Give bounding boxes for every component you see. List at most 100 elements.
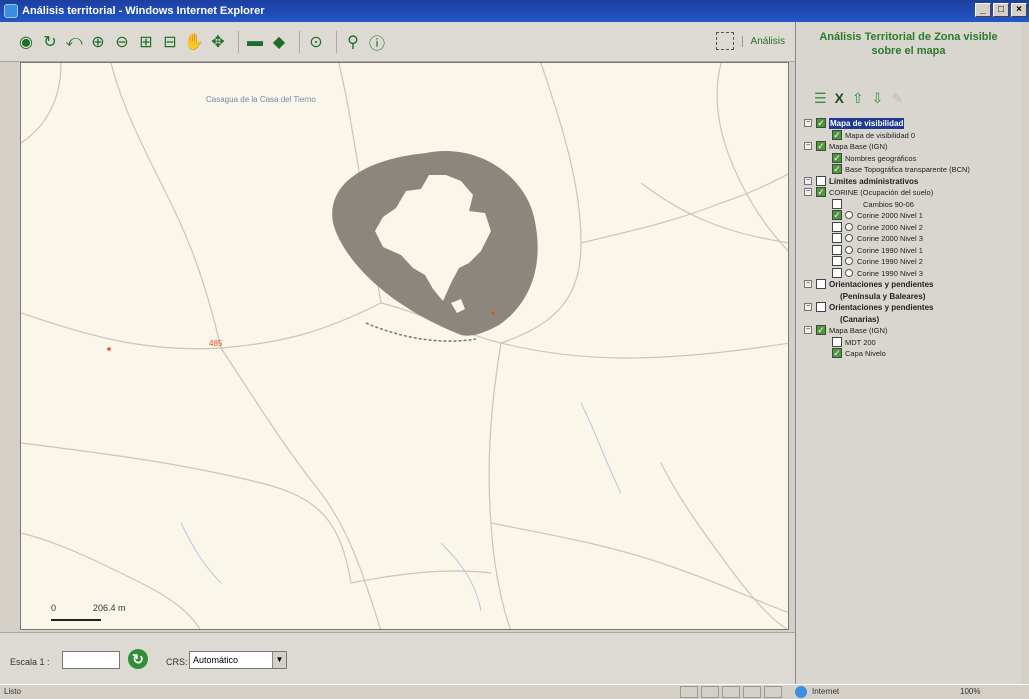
- layer-radio[interactable]: [845, 222, 853, 231]
- layer-checkbox[interactable]: [832, 244, 842, 255]
- center-map-icon[interactable]: ✥: [208, 32, 228, 52]
- layer-item: − ✓ Mapa de visibilidad: [804, 118, 1019, 130]
- status-pane: [764, 686, 782, 698]
- expand-toggle-icon[interactable]: −: [804, 176, 812, 185]
- layer-radio[interactable]: [845, 257, 853, 265]
- crs-selected-value: Automático: [193, 655, 239, 665]
- layer-checkbox[interactable]: [832, 267, 842, 278]
- apply-scale-refresh-icon[interactable]: ↻: [128, 649, 148, 669]
- zoom-box-icon[interactable]: ⊞: [136, 32, 156, 52]
- select-area-icon[interactable]: [715, 32, 734, 50]
- pan-hand-icon[interactable]: ✋: [184, 32, 204, 52]
- expand-toggle-icon[interactable]: −: [804, 188, 812, 196]
- full-extent-icon[interactable]: ◉: [16, 32, 36, 52]
- layer-label[interactable]: (Península y Baleares): [840, 291, 925, 302]
- layer-checkbox[interactable]: [816, 302, 826, 312]
- delete-x-icon[interactable]: X: [835, 90, 844, 107]
- map-marker-point: [107, 347, 111, 351]
- status-pane: [701, 686, 719, 698]
- measure-area-icon[interactable]: ◆: [269, 32, 289, 52]
- layer-radio[interactable]: [845, 245, 853, 254]
- layer-checkbox[interactable]: ✓: [816, 187, 826, 197]
- zoom-out-icon[interactable]: ⊖: [112, 32, 132, 52]
- internet-explorer-icon: [4, 4, 18, 18]
- move-up-icon[interactable]: ⇧: [852, 90, 864, 107]
- layer-label[interactable]: (Canarias): [840, 314, 879, 325]
- security-zone-label: Internet: [812, 687, 840, 696]
- layer-radio[interactable]: [845, 234, 853, 242]
- layer-checkbox[interactable]: ✓: [816, 141, 826, 151]
- map-place-label: Casagua de la Casa del Tierno: [206, 95, 316, 104]
- layer-checkbox[interactable]: ✓: [832, 152, 842, 163]
- status-bar: Listo Internet 100%: [0, 684, 1029, 699]
- close-button[interactable]: ×: [1011, 3, 1027, 17]
- layer-checkbox[interactable]: [832, 198, 842, 209]
- layer-checkbox[interactable]: ✓: [832, 348, 842, 358]
- crs-select[interactable]: Automático ▼: [189, 651, 287, 669]
- layer-label[interactable]: Nombres geográficos: [845, 153, 916, 164]
- analisis-link[interactable]: Análisis: [741, 35, 785, 47]
- list-icon[interactable]: ☰: [814, 90, 827, 107]
- zoom-previous-icon[interactable]: ⤺: [64, 32, 84, 52]
- zoom-in-icon[interactable]: ⊕: [88, 32, 108, 52]
- layer-label[interactable]: Orientaciones y pendientes: [829, 279, 933, 290]
- layer-label[interactable]: Capa Nivelo: [845, 348, 886, 359]
- expand-toggle-icon[interactable]: −: [804, 142, 812, 150]
- layer-checkbox[interactable]: ✓: [832, 129, 842, 140]
- layer-label[interactable]: Corine 2000 Nivel 2: [857, 222, 923, 233]
- layer-checkbox[interactable]: ✓: [832, 210, 842, 220]
- layer-checkbox[interactable]: [832, 221, 842, 232]
- layer-label[interactable]: Límites administrativos: [829, 176, 918, 187]
- layer-checkbox[interactable]: ✓: [816, 325, 826, 335]
- layer-label[interactable]: MDT 200: [845, 337, 876, 348]
- layer-label[interactable]: Corine 2000 Nivel 3: [857, 233, 923, 244]
- layer-radio[interactable]: [845, 268, 853, 277]
- layer-label[interactable]: CORINE (Ocupación del suelo): [829, 187, 933, 198]
- chevron-down-icon[interactable]: ▼: [272, 652, 286, 668]
- layer-label[interactable]: Corine 1990 Nivel 3: [857, 268, 923, 279]
- layer-item: − Límites administrativos: [804, 175, 1019, 188]
- layer-item: − ✓ CORINE (Ocupación del suelo): [804, 187, 1019, 199]
- layer-checkbox[interactable]: [816, 175, 826, 186]
- layer-label[interactable]: Mapa Base (IGN): [829, 141, 887, 152]
- escala-input[interactable]: [62, 651, 120, 669]
- layer-checkbox[interactable]: [832, 256, 842, 266]
- identify-icon[interactable]: ⊙: [306, 32, 326, 52]
- expand-toggle-icon[interactable]: −: [804, 303, 812, 311]
- map-view[interactable]: Casagua de la Casa del Tierno 485 0 206.…: [20, 62, 789, 630]
- layer-label[interactable]: Mapa de visibilidad 0: [845, 130, 915, 141]
- maximize-button[interactable]: □: [993, 3, 1009, 17]
- zoom-window-icon[interactable]: ⊟: [160, 32, 180, 52]
- expand-toggle-icon[interactable]: −: [804, 280, 812, 288]
- layer-label[interactable]: Mapa de visibilidad: [829, 118, 905, 129]
- layer-label[interactable]: Corine 1990 Nivel 2: [857, 256, 923, 267]
- layer-label[interactable]: Cambios 90-06: [863, 199, 914, 210]
- layer-label[interactable]: Base Topográfica transparente (BCN): [845, 164, 970, 175]
- layer-item: Cambios 90-06: [804, 198, 1019, 211]
- layer-checkbox[interactable]: [832, 336, 842, 347]
- layer-label[interactable]: Corine 2000 Nivel 1: [857, 210, 923, 221]
- layer-checkbox[interactable]: ✓: [816, 118, 826, 128]
- minimize-button[interactable]: _: [975, 3, 991, 17]
- layer-item: (Canarias): [804, 314, 1019, 326]
- measure-distance-icon[interactable]: ▬: [245, 32, 265, 52]
- zoom-level[interactable]: 100%: [960, 687, 980, 696]
- layer-label[interactable]: Mapa Base (IGN): [829, 325, 887, 336]
- layer-label[interactable]: Orientaciones y pendientes: [829, 302, 933, 313]
- layer-checkbox[interactable]: [816, 279, 826, 289]
- move-down-icon[interactable]: ⇩: [872, 90, 884, 107]
- expand-toggle-icon[interactable]: −: [804, 119, 812, 127]
- layer-checkbox[interactable]: ✓: [832, 164, 842, 174]
- info-icon[interactable]: ⓘ: [367, 32, 387, 53]
- layer-radio[interactable]: [845, 211, 853, 219]
- toolbar-separator: [238, 30, 239, 53]
- observer-point: [491, 311, 495, 315]
- layer-checkbox[interactable]: [832, 233, 842, 243]
- internet-zone-icon: [795, 686, 807, 698]
- layer-label[interactable]: Corine 1990 Nivel 1: [857, 245, 923, 256]
- layer-item: Corine 2000 Nivel 3: [804, 233, 1019, 245]
- refresh-map-icon[interactable]: ↻: [40, 32, 60, 52]
- window-titlebar: Análisis territorial - Windows Internet …: [0, 0, 1029, 22]
- search-binoculars-icon[interactable]: ⚲: [343, 32, 363, 52]
- expand-toggle-icon[interactable]: −: [804, 326, 812, 334]
